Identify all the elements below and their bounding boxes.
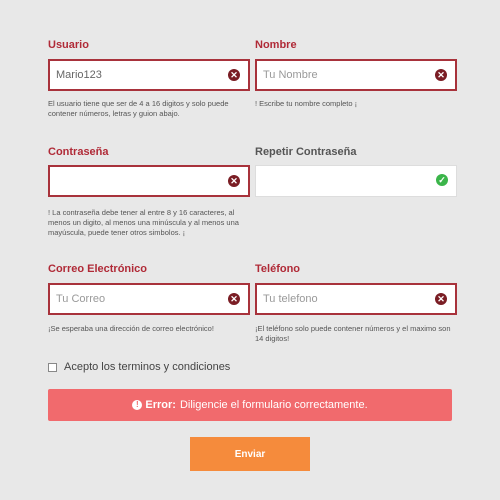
- usuario-field: Usuario ✕ El usuario tiene que ser de 4 …: [48, 38, 250, 118]
- error-icon: ✕: [228, 69, 240, 81]
- nombre-help: ! Escribe tu nombre completo ¡: [255, 99, 358, 108]
- terms-row[interactable]: Acepto los terminos y condiciones: [48, 361, 230, 373]
- nombre-input-box[interactable]: ✕: [255, 59, 457, 91]
- correo-input[interactable]: [50, 285, 220, 313]
- repetir-contrasena-input-box[interactable]: ✓: [255, 165, 457, 197]
- nombre-field: Nombre ✕ ! Escribe tu nombre completo ¡: [255, 38, 457, 108]
- nombre-label: Nombre: [255, 39, 297, 51]
- contrasena-help: ! La contraseña debe tener al entre 8 y …: [48, 208, 239, 237]
- repetir-contrasena-field: Repetir Contraseña ✓: [255, 145, 457, 197]
- correo-label: Correo Electrónico: [48, 263, 148, 275]
- telefono-help: ¡El teléfono solo puede contener números…: [255, 324, 451, 343]
- alert-title: Error:: [145, 399, 176, 411]
- telefono-label: Teléfono: [255, 263, 301, 275]
- contrasena-label: Contraseña: [48, 146, 109, 158]
- correo-field: Correo Electrónico ✕ ¡Se esperaba una di…: [48, 262, 250, 333]
- correo-input-box[interactable]: ✕: [48, 283, 250, 315]
- error-icon: ✕: [435, 293, 447, 305]
- exclamation-circle-icon: !: [132, 400, 143, 410]
- contrasena-input-box[interactable]: ✕: [48, 165, 250, 197]
- repetir-contrasena-label: Repetir Contraseña: [255, 146, 357, 158]
- usuario-input[interactable]: [50, 61, 220, 89]
- nombre-input[interactable]: [257, 61, 427, 89]
- telefono-input[interactable]: [257, 285, 427, 313]
- error-icon: ✕: [228, 175, 240, 187]
- usuario-help: El usuario tiene que ser de 4 a 16 digit…: [48, 99, 229, 118]
- alert-message: Diligencie el formulario correctamente.: [179, 399, 368, 411]
- error-icon: ✕: [228, 293, 240, 305]
- telefono-input-box[interactable]: ✕: [255, 283, 457, 315]
- usuario-label: Usuario: [48, 39, 89, 51]
- error-icon: ✕: [435, 69, 447, 81]
- contrasena-field: Contraseña ✕ ! La contraseña debe tener …: [48, 145, 250, 237]
- terms-checkbox[interactable]: [48, 362, 57, 372]
- usuario-input-box[interactable]: ✕: [48, 59, 250, 91]
- error-alert: ! Error: Diligencie el formulario correc…: [48, 389, 452, 421]
- correo-help: ¡Se esperaba una dirección de correo ele…: [48, 324, 214, 333]
- submit-button[interactable]: Enviar: [190, 437, 310, 471]
- telefono-field: Teléfono ✕ ¡El teléfono solo puede conte…: [255, 262, 457, 343]
- repetir-contrasena-input[interactable]: [256, 166, 426, 194]
- contrasena-input[interactable]: [50, 167, 220, 195]
- terms-label: Acepto los terminos y condiciones: [64, 361, 231, 373]
- check-circle-icon: ✓: [436, 174, 448, 186]
